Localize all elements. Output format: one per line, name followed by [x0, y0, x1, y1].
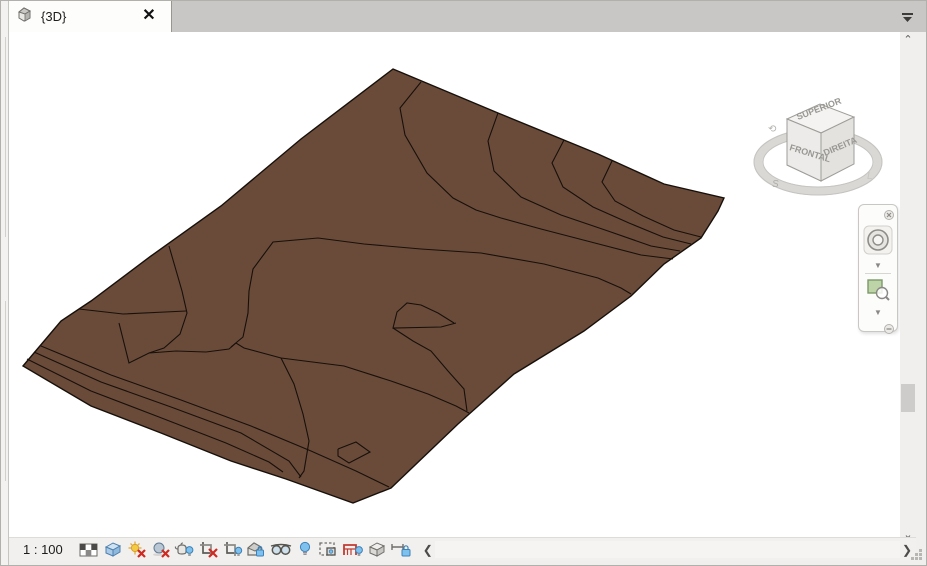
navbar-divider [865, 273, 891, 274]
drawing-area[interactable]: ⟲ S L SUPERIOR FRONTAL DIREITA [9, 32, 902, 537]
compass-rotate-icon[interactable]: ⟲ [768, 124, 777, 135]
tab-list-dropdown-icon[interactable] [901, 10, 914, 28]
splitter-line [5, 37, 6, 237]
compass-east-label: L [867, 171, 873, 182]
zoom-region-button[interactable] [865, 276, 891, 307]
crop-view-off-button[interactable] [197, 540, 221, 560]
highlight-displacement-sets-button[interactable] [365, 540, 389, 560]
navigation-bar: ▼ ▼ [858, 204, 898, 332]
show-crop-region-button[interactable] [221, 540, 245, 560]
visual-style-button[interactable] [101, 540, 125, 560]
compass-south-label: S [772, 179, 779, 190]
zoom-options-caret[interactable]: ▼ [874, 308, 882, 317]
revit-view-window: {3D} ✕ ⟲ S L [0, 0, 927, 566]
view-scale-button[interactable]: 1 : 100 [23, 542, 63, 557]
temporary-hide-isolate-button[interactable] [269, 540, 293, 560]
view-control-bar: 1 : 100 [9, 537, 916, 561]
viewcube[interactable]: ⟲ S L SUPERIOR FRONTAL DIREITA [746, 84, 891, 204]
scroll-up-arrow[interactable]: ⌃ [900, 32, 916, 49]
steering-wheel-options-caret[interactable]: ▼ [874, 261, 882, 270]
navbar-collapse-icon[interactable] [884, 321, 894, 339]
reveal-constraints-button[interactable] [389, 540, 413, 560]
horizontal-scrollbar-track[interactable] [435, 541, 900, 558]
show-analytical-model-button[interactable] [341, 540, 365, 560]
vertical-scrollbar-thumb[interactable] [901, 384, 915, 412]
tab-close-icon[interactable]: ✕ [141, 7, 157, 25]
window-resize-grip[interactable] [910, 548, 924, 562]
shadows-off-button[interactable] [149, 540, 173, 560]
splitter-line [5, 301, 6, 481]
sun-path-off-button[interactable] [125, 540, 149, 560]
steering-wheel-button[interactable] [863, 225, 893, 260]
detail-level-button[interactable] [77, 540, 101, 560]
viewcube-cube[interactable]: SUPERIOR FRONTAL DIREITA [787, 96, 859, 181]
navbar-close-icon[interactable] [884, 207, 894, 225]
vertical-scrollbar[interactable]: ⌃ ⌄ [900, 32, 916, 544]
reveal-hidden-elements-button[interactable] [293, 540, 317, 560]
tab-label: {3D} [41, 9, 66, 24]
3d-view-icon [16, 6, 33, 27]
view-tab-bar: {3D} ✕ [9, 1, 926, 32]
temporary-view-properties-button[interactable] [317, 540, 341, 560]
hscroll-left-arrow[interactable]: ❮ [423, 543, 433, 557]
left-panel-splitter[interactable] [1, 1, 9, 565]
locked-3d-view-button[interactable] [245, 540, 269, 560]
show-rendering-dialog-button[interactable] [173, 540, 197, 560]
tab-3d-view[interactable]: {3D} ✕ [9, 1, 172, 32]
